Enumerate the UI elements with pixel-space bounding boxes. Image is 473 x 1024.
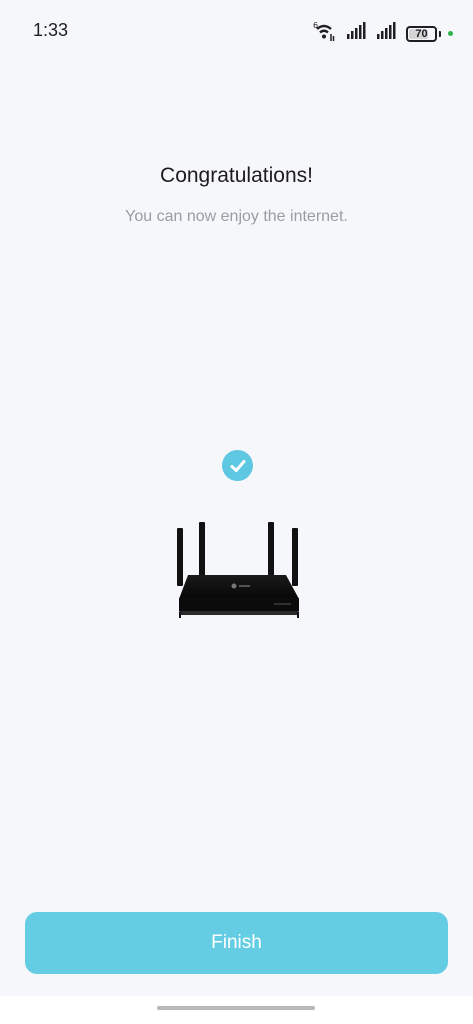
router-icon [170, 518, 304, 623]
gesture-handle[interactable] [157, 1006, 315, 1010]
privacy-indicator-dot [448, 31, 453, 36]
wifi-icon: 6 [312, 20, 336, 47]
status-time: 1:33 [33, 20, 69, 40]
battery-level: 70 [415, 27, 428, 40]
page-title: Congratulations! [160, 164, 313, 187]
battery-icon: 70 [406, 25, 437, 42]
page-subtitle: You can now enjoy the internet. [125, 208, 348, 225]
navigation-bar [0, 996, 473, 1024]
battery-tip [439, 30, 441, 37]
status-icons: 6 70 [312, 20, 453, 47]
cellular-signal-icon [346, 22, 366, 45]
status-bar: 1:33 6 70 [0, 0, 473, 62]
check-circle-icon [222, 450, 253, 481]
cellular-signal-2-icon [376, 22, 396, 45]
finish-button[interactable]: Finish [25, 912, 448, 974]
